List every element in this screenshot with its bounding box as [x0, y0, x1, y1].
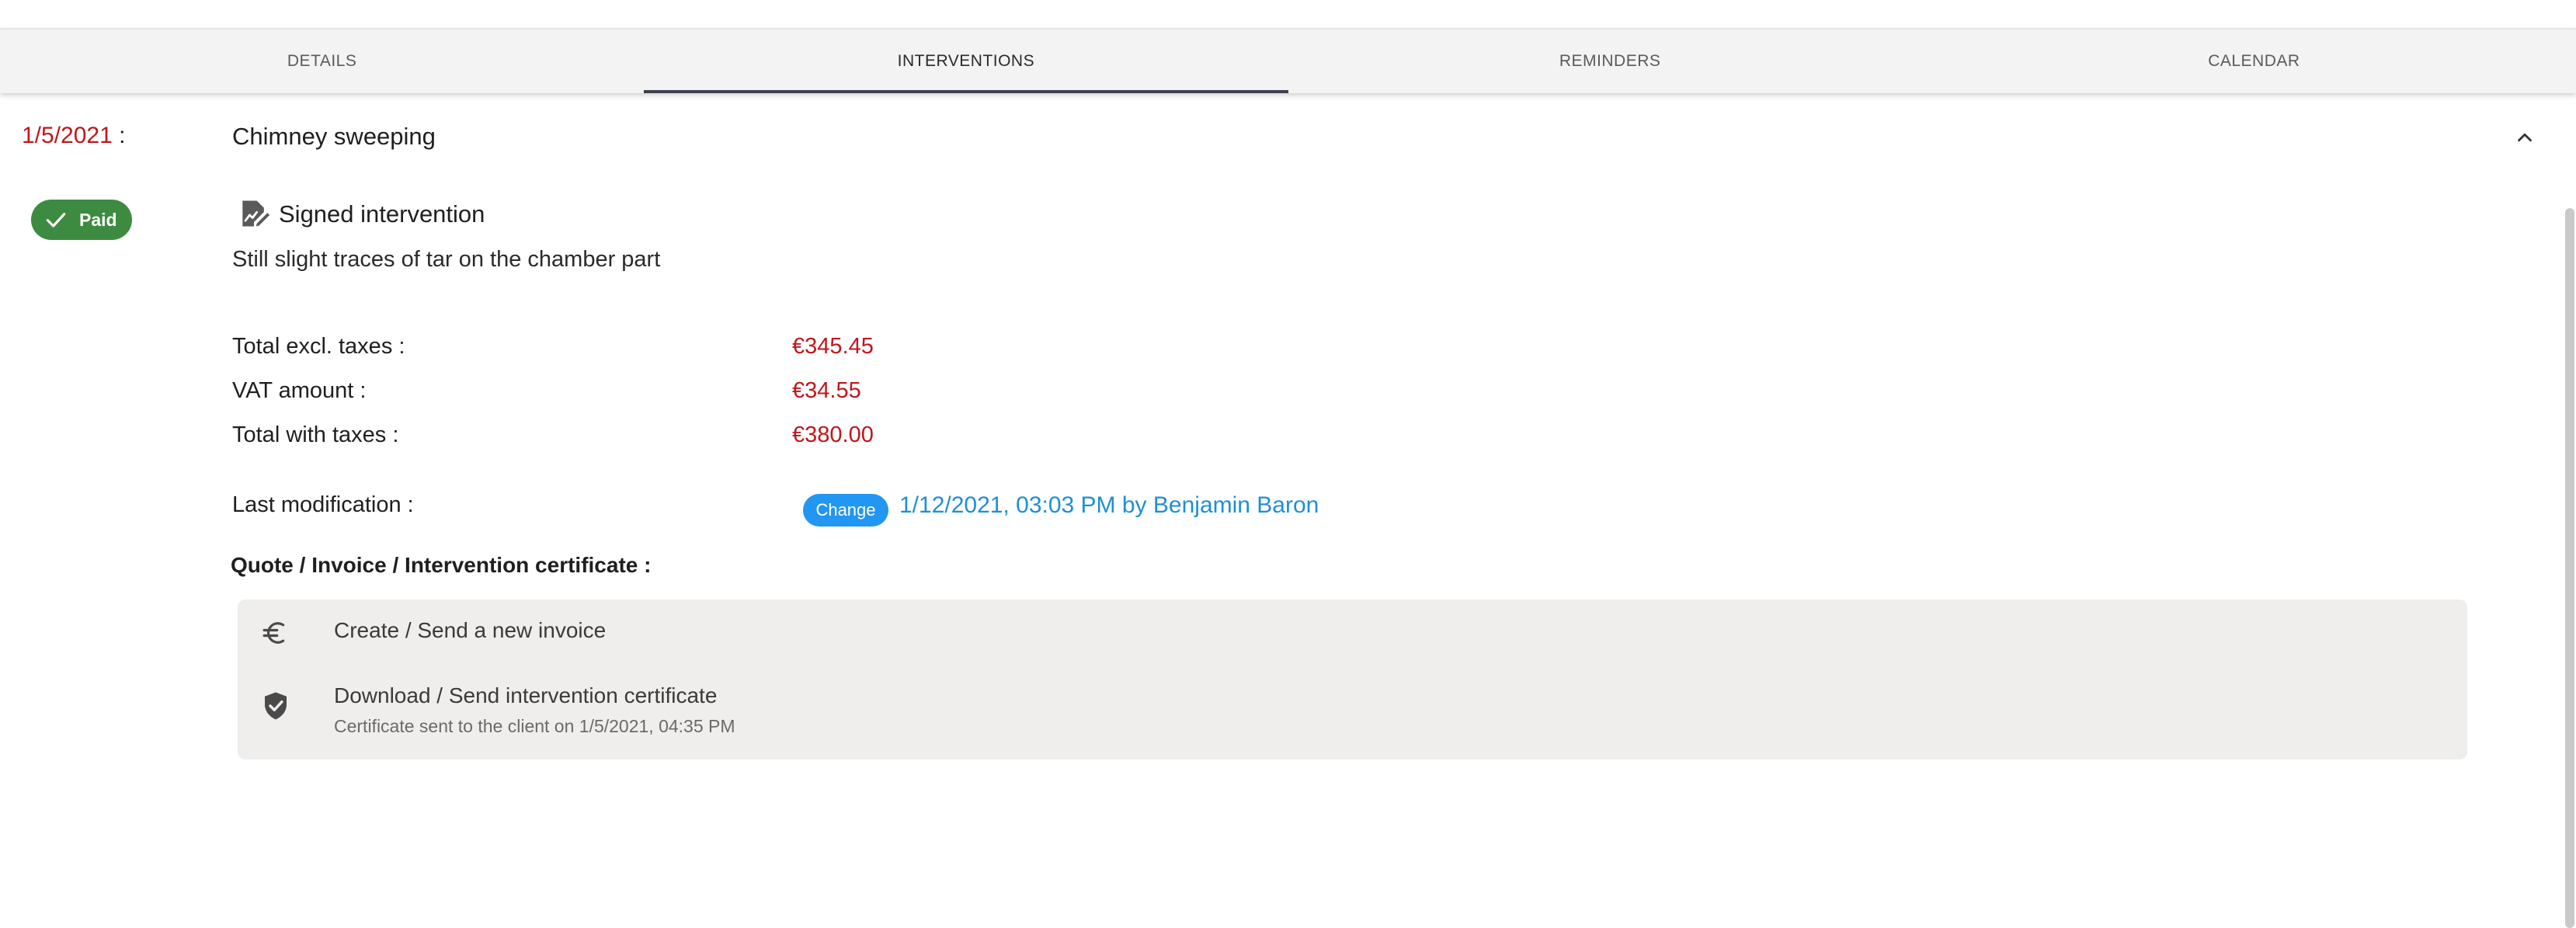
- last-modification-label: Last modification :: [232, 492, 414, 517]
- tab-bar: DETAILS INTERVENTIONS REMINDERS CALENDAR: [0, 28, 2576, 93]
- status-badge-label: Paid: [79, 209, 117, 230]
- last-modification-value[interactable]: 1/12/2021, 03:03 PM by Benjamin Baron: [899, 492, 1319, 519]
- vat-amount-value: €34.55: [792, 378, 861, 403]
- tab-details[interactable]: DETAILS: [0, 30, 644, 93]
- status-badge: Paid: [31, 200, 132, 240]
- certificate-label: Download / Send intervention certificate: [334, 683, 718, 707]
- signed-intervention-label: Signed intervention: [279, 200, 485, 228]
- scrollbar[interactable]: [2565, 208, 2574, 928]
- documents-label: Quote / Invoice / Intervention certifica…: [231, 553, 652, 577]
- intervention-date-value: 1/5/2021: [22, 123, 113, 148]
- intervention-date: 1/5/2021 :: [22, 123, 125, 149]
- total-excl-taxes-value: €345.45: [792, 334, 874, 359]
- certificate-action[interactable]: Download / Send intervention certificate…: [238, 669, 2467, 759]
- tab-interventions[interactable]: INTERVENTIONS: [644, 30, 1288, 93]
- total-excl-taxes-label: Total excl. taxes :: [232, 334, 405, 359]
- create-invoice-action[interactable]: Create / Send a new invoice: [238, 600, 2467, 669]
- documents-actions-panel: Create / Send a new invoice Download / S…: [238, 600, 2467, 759]
- total-with-taxes-value: €380.00: [792, 422, 874, 447]
- check-icon: [46, 213, 66, 228]
- intervention-note: Still slight traces of tar on the chambe…: [232, 247, 661, 272]
- intervention-title: Chimney sweeping: [232, 123, 436, 150]
- create-invoice-label: Create / Send a new invoice: [334, 618, 607, 642]
- certificate-sent-info: Certificate sent to the client on 1/5/20…: [334, 716, 735, 736]
- chevron-up-icon[interactable]: [2513, 126, 2536, 149]
- vat-amount-label: VAT amount :: [232, 378, 367, 403]
- total-with-taxes-label: Total with taxes :: [232, 422, 399, 447]
- change-button[interactable]: Change: [803, 494, 888, 527]
- tab-calendar[interactable]: CALENDAR: [1932, 30, 2576, 93]
- top-strip: [0, 0, 2576, 28]
- date-colon: :: [112, 123, 126, 148]
- tab-reminders[interactable]: REMINDERS: [1288, 30, 1932, 93]
- shield-check-icon: [265, 692, 287, 720]
- signature-icon: [242, 200, 270, 227]
- euro-icon: [262, 622, 285, 644]
